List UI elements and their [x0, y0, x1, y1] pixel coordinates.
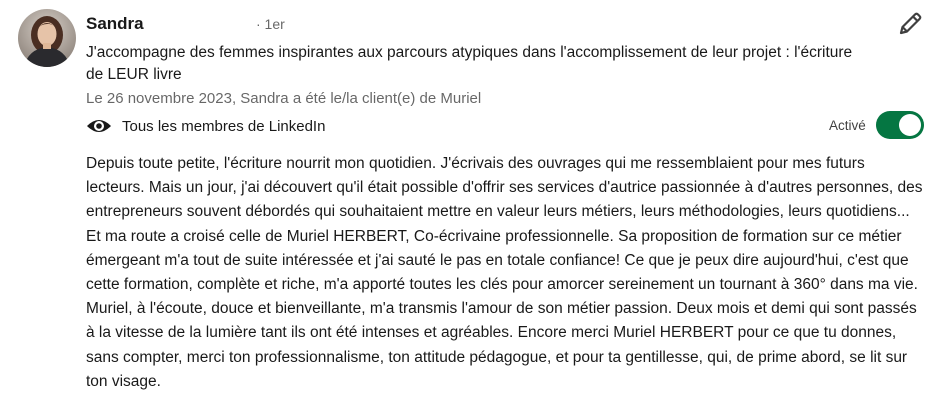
pencil-icon — [899, 12, 922, 35]
avatar[interactable] — [18, 9, 76, 67]
visibility-row: Tous les membres de LinkedIn — [86, 114, 325, 138]
author-name[interactable]: Sandra — [86, 14, 144, 34]
visibility-toggle[interactable] — [876, 111, 924, 139]
recommendation-text: Depuis toute petite, l'écriture nourrit … — [86, 155, 923, 390]
relationship-date: Le 26 novembre 2023, Sandra a été le/la … — [86, 90, 482, 107]
eye-icon — [86, 117, 112, 135]
connection-degree: · 1er — [256, 16, 285, 32]
toggle-knob — [899, 114, 921, 136]
author-headline: J'accompagne des femmes inspirantes aux … — [86, 44, 853, 83]
edit-button[interactable] — [896, 10, 924, 38]
status-label: Activé — [829, 118, 866, 133]
profile-photo — [18, 9, 76, 67]
visibility-label: Tous les membres de LinkedIn — [122, 117, 326, 135]
